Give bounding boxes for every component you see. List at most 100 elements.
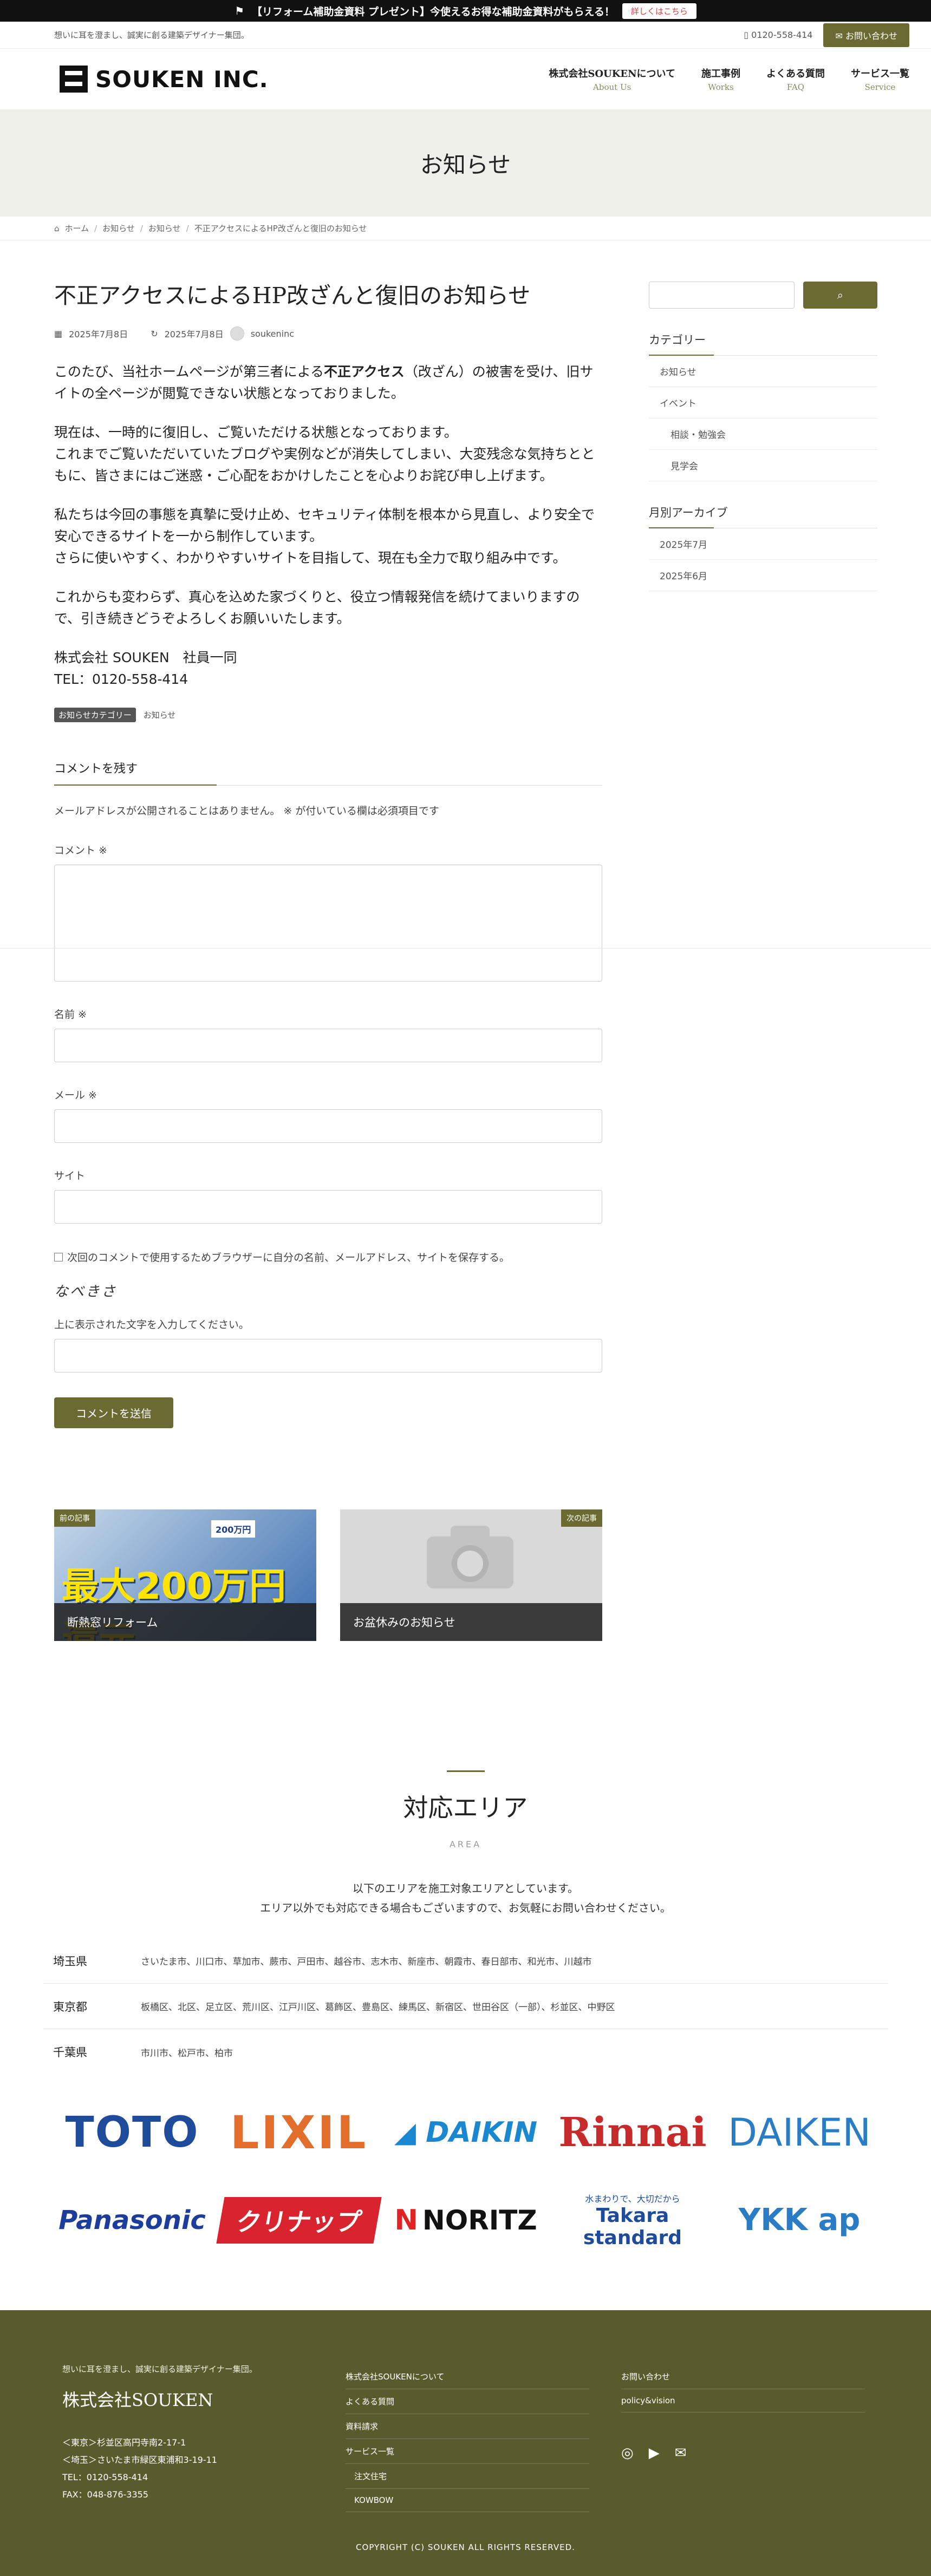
category-link[interactable]: お知らせ — [144, 709, 176, 721]
archive-item[interactable]: 2025年6月 — [649, 560, 877, 591]
footer-link[interactable]: お問い合わせ — [621, 2364, 865, 2389]
footer-link[interactable]: 資料請求 — [346, 2414, 589, 2439]
sidebar: ⌕ カテゴリー お知らせ イベント 相談・勉強会 見学会 月別アーカイブ 202… — [649, 282, 877, 591]
area-cities: 市川市、松戸市、柏市 — [141, 2048, 233, 2059]
published-date: 2025年7月8日 — [69, 329, 128, 340]
prev-post-title: 断熱窓リフォーム — [54, 1603, 316, 1642]
main-content: 不正アクセスによるHP改ざんと復旧のお知らせ ▦ 2025年7月8日 ↻ 202… — [54, 282, 602, 1642]
noritz-mark-icon: N — [394, 2204, 418, 2237]
comment-notice: メールアドレスが公開されることはありません。 ※ が付いている欄は必須項目です — [54, 805, 439, 818]
footer-address: ＜東京＞杉並区高円寺南2-17-1 ＜埼玉＞さいたま市緑区東浦和3-19-11 … — [62, 2437, 217, 2500]
area-prefecture: 千葉県 — [53, 2046, 87, 2059]
history-icon: ↻ — [151, 328, 158, 339]
footer-nav-secondary: お問い合わせ policy&vision ◎ ▶ ✉ — [621, 2364, 865, 2461]
post-taxonomy: お知らせカテゴリー お知らせ — [54, 708, 602, 723]
footer-link[interactable]: 注文住宅 — [346, 2464, 589, 2489]
breadcrumb-separator: / — [186, 223, 189, 233]
post-title: 不正アクセスによるHP改ざんと復旧のお知らせ — [54, 283, 531, 309]
daiken-logo: DAIKEN — [728, 2110, 871, 2155]
toto-logo: TOTO — [65, 2108, 199, 2157]
category-list: お知らせ イベント 相談・勉強会 見学会 — [649, 356, 877, 481]
prev-post-visual-label: 200万円 — [211, 1520, 256, 1538]
logo-mark-icon — [60, 66, 88, 93]
area-description: 以下のエリアを施工対象エリアとしています。 エリア以外でも対応できる場合もござい… — [260, 1882, 671, 1914]
footer-link[interactable]: policy&vision — [621, 2389, 865, 2412]
email-field[interactable] — [54, 1109, 602, 1143]
area-cities: 板橋区、北区、足立区、荒川区、江戸川区、葛飾区、豊島区、練馬区、新宿区、世田谷区… — [141, 2002, 615, 2013]
search-input[interactable] — [649, 282, 795, 309]
mail-icon[interactable]: ✉ — [675, 2445, 687, 2461]
site-footer: 想いに耳を澄まし、誠実に創る建築デザイナー集団。 株式会社SOUKEN ＜東京＞… — [0, 2310, 931, 2576]
site-logo[interactable]: SOUKEN INC. — [60, 66, 269, 93]
name-label: 名前 ※ — [54, 1009, 87, 1021]
phone-icon: ▯ — [744, 30, 752, 40]
nav-works[interactable]: 施工事例 Works — [701, 66, 740, 92]
footer-link[interactable]: サービス一覧 — [346, 2439, 589, 2464]
footer-company-name: 株式会社SOUKEN — [62, 2390, 213, 2410]
breadcrumb-home[interactable]: ホーム — [65, 223, 89, 234]
lixil-logo: LIXIL — [230, 2106, 368, 2159]
footer-company-info: 想いに耳を澄まし、誠実に創る建築デザイナー集団。 株式会社SOUKEN ＜東京＞… — [62, 2363, 257, 2503]
noritz-logo: N NORITZ — [394, 2204, 537, 2237]
author-avatar — [230, 326, 244, 341]
category-label: お知らせカテゴリー — [54, 708, 136, 723]
post-paragraph: 現在は、一時的に復旧し、ご覧いただける状態となっております。 これまでご覧いただい… — [54, 424, 595, 484]
page-header: お知らせ — [0, 109, 931, 217]
breadcrumb: ⌂ ホーム / お知らせ / お知らせ / 不正アクセスによるHP改ざんと復旧の… — [0, 217, 931, 240]
name-field[interactable] — [54, 1029, 602, 1063]
category-item[interactable]: 見学会 — [649, 450, 877, 481]
area-accent-line — [446, 1770, 485, 1772]
archive-item[interactable]: 2025年7月 — [649, 528, 877, 560]
nav-service[interactable]: サービス一覧 Service — [851, 66, 909, 92]
camera-placeholder-icon — [427, 1526, 513, 1589]
comment-textarea[interactable] — [54, 865, 602, 982]
category-item[interactable]: お知らせ — [649, 356, 877, 387]
daikin-logo: ◢ DAIKIN — [394, 2116, 537, 2149]
header-contact-button[interactable]: ✉ お問い合わせ — [823, 23, 909, 47]
search-button[interactable]: ⌕ — [803, 282, 877, 309]
category-item[interactable]: イベント — [649, 387, 877, 419]
footer-link[interactable]: KOWBOW — [346, 2489, 589, 2512]
save-info-checkbox[interactable] — [54, 1252, 63, 1261]
site-tagline: 想いに耳を澄まし、誠実に創る建築デザイナー集団。 — [54, 30, 249, 40]
save-info-label: 次回のコメントで使用するためブラウザーに自分の名前、メールアドレス、サイトを保存… — [67, 1252, 510, 1264]
post-navigation: 200万円 最大200万円還元 前の記事 断熱窓リフォーム 次の記事 お盆休みの… — [54, 1509, 602, 1642]
area-prefecture: 東京都 — [53, 2000, 87, 2013]
next-post-badge: 次の記事 — [561, 1509, 602, 1527]
area-title: 対応エリア — [403, 1793, 528, 1822]
calendar-icon: ▦ — [54, 328, 63, 339]
submit-comment-button[interactable]: コメントを送信 — [54, 1397, 173, 1429]
instagram-icon[interactable]: ◎ — [621, 2445, 634, 2461]
area-row: 東京都 板橋区、北区、足立区、荒川区、江戸川区、葛飾区、豊島区、練馬区、新宿区、… — [43, 1984, 888, 2029]
updated-date: 2025年7月8日 — [164, 329, 224, 340]
youtube-icon[interactable]: ▶ — [649, 2445, 660, 2461]
post-signature: 株式会社 SOUKEN 社員一同 TEL：0120-558-414 — [54, 650, 237, 688]
footer-link[interactable]: よくある質問 — [346, 2389, 589, 2414]
captcha-field[interactable] — [54, 1339, 602, 1373]
promo-details-button[interactable]: 詳しくはこちら — [622, 3, 696, 19]
breadcrumb-news[interactable]: お知らせ — [102, 223, 135, 234]
area-row: 千葉県 市川市、松戸市、柏市 — [43, 2029, 888, 2075]
area-cities: さいたま市、川口市、草加市、蕨市、戸田市、越谷市、志木市、新座市、朝霞市、春日部… — [141, 1957, 592, 1967]
area-prefecture: 埼玉県 — [53, 1954, 87, 1968]
prev-post-badge: 前の記事 — [54, 1509, 95, 1527]
next-post-card[interactable]: 次の記事 お盆休みのお知らせ — [340, 1509, 602, 1642]
post-body: このたび、当社ホームページが第三者による不正アクセス（改ざん）の被害を受け、旧サ… — [54, 361, 602, 690]
panasonic-logo: Panasonic — [58, 2205, 206, 2235]
comment-label: コメント ※ — [54, 845, 107, 857]
category-item[interactable]: 相談・勉強会 — [649, 419, 877, 450]
breadcrumb-separator: / — [94, 223, 97, 233]
archive-widget-title: 月別アーカイブ — [649, 504, 877, 528]
comment-heading: コメントを残す — [54, 759, 602, 786]
footer-link[interactable]: 株式会社SOUKENについて — [346, 2364, 589, 2389]
breadcrumb-news-category[interactable]: お知らせ — [148, 223, 181, 234]
divider — [0, 948, 931, 949]
nav-about[interactable]: 株式会社SOUKENについて About Us — [549, 66, 675, 92]
author-name: soukeninc — [250, 328, 295, 339]
save-info-row: 次回のコメントで使用するためブラウザーに自分の名前、メールアドレス、サイトを保存… — [54, 1250, 602, 1264]
site-field[interactable] — [54, 1190, 602, 1224]
header-phone[interactable]: ▯ 0120-558-414 — [744, 30, 812, 40]
rinnai-logo: Rinnai — [558, 2109, 707, 2156]
prev-post-card[interactable]: 200万円 最大200万円還元 前の記事 断熱窓リフォーム — [54, 1509, 316, 1642]
nav-faq[interactable]: よくある質問 FAQ — [766, 66, 825, 92]
